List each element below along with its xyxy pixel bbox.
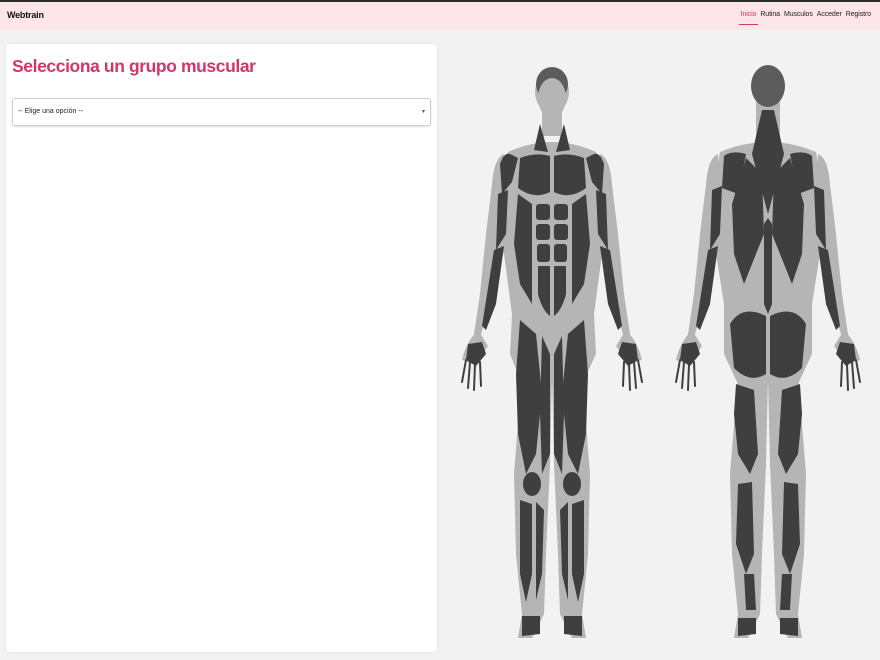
muscle-figures (440, 30, 880, 660)
body-back-figure[interactable] (672, 54, 872, 642)
nav-links: Inicio Rutina Musculos Acceder Registro (738, 11, 871, 25)
nav-link-rutina[interactable]: Rutina (760, 11, 780, 22)
nav-link-acceder[interactable]: Acceder (817, 11, 842, 22)
body-front-figure[interactable] (456, 54, 656, 642)
chevron-down-icon: ▾ (421, 109, 425, 115)
nav-link-musculos[interactable]: Musculos (784, 11, 813, 22)
muscle-group-select[interactable]: -- Elige una opción -- ▾ (12, 98, 431, 126)
brand-logo[interactable]: Webtrain (7, 10, 44, 20)
nav-link-inicio[interactable]: Inicio (738, 11, 759, 25)
nav-link-registro[interactable]: Registro (846, 11, 871, 22)
muscle-group-card: Selecciona un grupo muscular -- Elige un… (6, 44, 437, 652)
navbar: Webtrain Inicio Rutina Musculos Acceder … (0, 2, 880, 30)
page-title: Selecciona un grupo muscular (12, 56, 256, 76)
select-value: -- Elige una opción -- (18, 108, 83, 115)
